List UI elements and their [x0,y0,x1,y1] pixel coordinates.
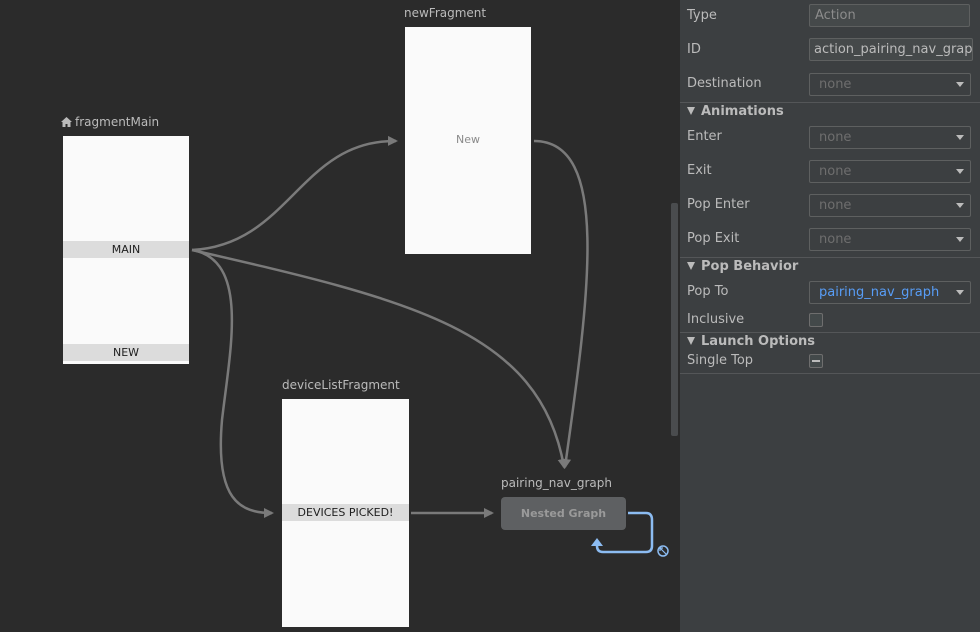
id-label: ID [687,42,701,57]
pop-to-label: Pop To [687,284,729,299]
divider [680,373,980,374]
pop-enter-value: none [819,198,852,213]
pop-behavior-section-header[interactable]: Pop Behavior [687,259,798,274]
pop-to-dropdown[interactable]: pairing_nav_graph [809,281,971,304]
launch-options-header-text: Launch Options [701,334,816,349]
chevron-down-icon [956,135,964,140]
pop-enter-label: Pop Enter [687,197,750,212]
chevron-down-icon [956,203,964,208]
enter-dropdown[interactable]: none [809,126,971,149]
action-main-to-new[interactable] [191,135,398,252]
fragment-main-node[interactable]: MAIN NEW [63,136,189,364]
chevron-down-icon [956,169,964,174]
pop-exit-value: none [819,232,852,247]
animations-section-header[interactable]: Animations [687,104,784,119]
divider [680,332,980,333]
new-fragment-placeholder: New [456,133,480,146]
enter-value: none [819,130,852,145]
pop-enter-dropdown[interactable]: none [809,194,971,217]
nested-graph-node[interactable]: Nested Graph [501,497,626,530]
launch-options-section-header[interactable]: Launch Options [687,334,815,349]
id-field[interactable]: action_pairing_nav_graph_ [809,38,973,61]
device-list-fragment-node[interactable]: DEVICES PICKED! [282,399,409,627]
pop-to-value: pairing_nav_graph [819,285,940,300]
inclusive-label: Inclusive [687,312,745,327]
new-action-label: NEW [63,344,189,361]
enter-label: Enter [687,129,722,144]
single-top-label: Single Top [687,353,754,368]
animations-header-text: Animations [701,104,784,119]
devices-picked-action-label: DEVICES PICKED! [282,504,409,521]
divider [680,102,980,103]
action-new-to-pairing[interactable] [533,139,589,469]
inclusive-checkbox[interactable] [809,313,823,327]
selected-edge-arrowhead [591,538,603,546]
type-label: Type [687,8,717,23]
collapse-triangle-icon [687,337,695,345]
exit-value: none [819,164,852,179]
attributes-panel: Type Action ID action_pairing_nav_graph_… [680,0,980,632]
nested-graph-title: pairing_nav_graph [501,476,612,490]
chevron-down-icon [956,290,964,295]
collapse-triangle-icon [687,107,695,115]
canvas-scrollbar[interactable] [671,203,678,436]
chevron-down-icon [956,237,964,242]
single-top-checkbox[interactable] [809,354,823,368]
main-action-label: MAIN [63,241,189,258]
collapse-triangle-icon [687,262,695,270]
destination-value: none [819,77,852,92]
home-icon [61,117,72,127]
exit-dropdown[interactable]: none [809,160,971,183]
type-field: Action [809,4,970,27]
new-fragment-label: newFragment [404,6,487,20]
exit-label: Exit [687,163,712,178]
new-fragment-node[interactable]: New [405,27,531,254]
destination-dropdown[interactable]: none [809,73,971,96]
device-list-fragment-label: deviceListFragment [282,378,400,392]
chevron-down-icon [956,82,964,87]
destination-label: Destination [687,76,762,91]
fragment-main-label: fragmentMain [61,115,159,129]
pop-to-icon [657,545,669,557]
navigation-graph-canvas[interactable]: fragmentMain MAIN NEW newFragment New de… [0,0,680,632]
pop-exit-dropdown[interactable]: none [809,228,971,251]
pop-exit-label: Pop Exit [687,231,740,246]
fragment-main-title: fragmentMain [75,115,160,129]
pop-behavior-header-text: Pop Behavior [701,259,799,274]
divider [680,257,980,258]
action-main-to-devicelist[interactable] [191,248,274,518]
